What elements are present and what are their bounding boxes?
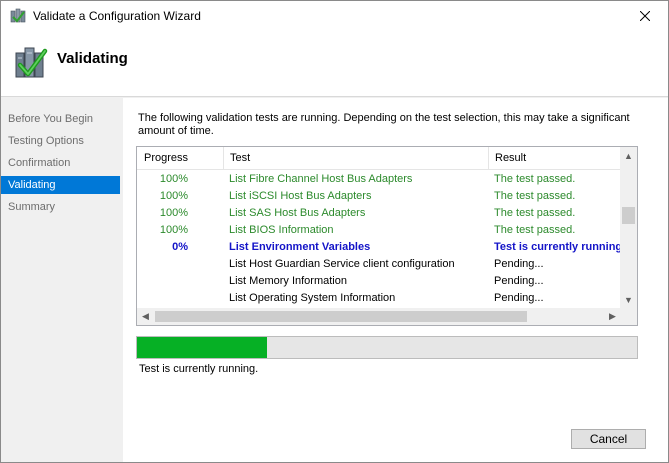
list-item[interactable]: 100% List SAS Host Bus Adapters The test p… [137,205,621,222]
row-test-name: List Operating System Information [229,292,396,304]
window-title: Validate a Configuration Wizard [33,9,201,23]
column-header-result[interactable]: Result [488,147,621,170]
vertical-scrollbar[interactable]: ▲ ▼ [620,147,637,308]
progress-fill [137,337,267,358]
overall-progress-bar [136,336,638,359]
row-test-name: List Environment Variables [229,241,371,253]
nav-item-before-you-begin[interactable]: Before You Begin [1,110,120,128]
row-progress: 100% [159,190,188,202]
cluster-validation-icon [10,8,26,24]
list-item[interactable]: List Memory Information Pending... [137,273,621,290]
row-progress: 100% [159,224,188,236]
row-test-name: List iSCSI Host Bus Adapters [229,190,372,202]
validation-tests-list[interactable]: Progress Test Result 100% List Fibre Chan… [136,146,638,326]
list-item[interactable]: 0% List Environment Variables Test is curr… [137,239,621,256]
row-result: Pending... [494,258,544,270]
row-result: The test passed. [494,207,576,219]
horizontal-scroll-thumb[interactable] [155,311,527,322]
list-header: Progress Test Result [137,147,621,170]
nav-item-confirmation[interactable]: Confirmation [1,154,120,172]
scroll-left-icon[interactable]: ◀ [137,308,154,325]
list-item[interactable]: 100% List BIOS Information The test passed… [137,222,621,239]
list-item[interactable]: List Host Guardian Service client config… [137,256,621,273]
row-test-name: List SAS Host Bus Adapters [229,207,366,219]
row-progress: 100% [159,207,188,219]
row-progress: 0% [172,241,188,253]
row-test-name: List Host Guardian Service client config… [229,258,455,270]
horizontal-scrollbar[interactable]: ◀ ▶ [137,308,621,325]
scroll-up-icon[interactable]: ▲ [620,147,637,164]
row-result: The test passed. [494,173,576,185]
scroll-down-icon[interactable]: ▼ [620,291,637,308]
column-header-test[interactable]: Test [223,147,489,170]
cancel-button[interactable]: Cancel [571,429,646,449]
wizard-steps-nav: Before You Begin Testing Options Confirm… [1,98,121,462]
title-bar[interactable]: Validate a Configuration Wizard [1,1,668,31]
list-item[interactable]: 100% List iSCSI Host Bus Adapters The test… [137,188,621,205]
wizard-header: Validating [1,31,668,97]
nav-item-testing-options[interactable]: Testing Options [1,132,120,150]
list-rows: 100% List Fibre Channel Host Bus Adapters… [137,171,621,307]
wizard-content: The following validation tests are runni… [123,98,668,462]
row-result: The test passed. [494,224,576,236]
intro-text: The following validation tests are runni… [138,112,630,137]
column-header-progress[interactable]: Progress [137,147,224,170]
scrollbar-corner [620,308,637,325]
row-progress: 100% [159,173,188,185]
status-text: Test is currently running. [139,363,259,375]
row-test-name: List Fibre Channel Host Bus Adapters [229,173,413,185]
row-result: The test passed. [494,190,576,202]
nav-item-summary[interactable]: Summary [1,198,120,216]
row-result: Test is currently running [494,241,621,253]
vertical-scroll-thumb[interactable] [622,207,635,224]
row-test-name: List BIOS Information [229,224,334,236]
nav-item-validating[interactable]: Validating [1,176,120,194]
page-title: Validating [57,50,128,67]
row-test-name: List Memory Information [229,275,347,287]
close-icon[interactable] [622,1,668,31]
row-result: Pending... [494,292,544,304]
validation-checkmark-icon [14,43,48,81]
wizard-window: Validate a Configuration Wizard Validati… [0,0,669,463]
list-item[interactable]: 100% List Fibre Channel Host Bus Adapters… [137,171,621,188]
scroll-right-icon[interactable]: ▶ [604,308,621,325]
row-result: Pending... [494,275,544,287]
list-item[interactable]: List Operating System Information Pending… [137,290,621,307]
